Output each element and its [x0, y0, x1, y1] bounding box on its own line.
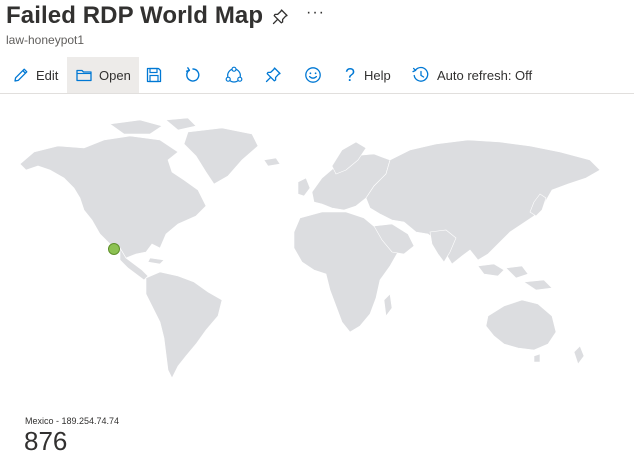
clock-icon	[411, 66, 431, 84]
share-icon	[224, 66, 244, 84]
page-header: Failed RDP World Map ··· law-honeypot1	[0, 0, 634, 56]
world-map[interactable]	[0, 94, 634, 414]
land-masses	[19, 117, 601, 379]
legend-value: 876	[24, 426, 68, 456]
refresh-button[interactable]	[184, 57, 202, 93]
refresh-icon	[184, 66, 202, 84]
folder-icon	[75, 66, 93, 84]
auto-refresh-button[interactable]: Auto refresh: Off	[411, 57, 532, 93]
resource-subtitle: law-honeypot1	[6, 33, 85, 47]
feedback-button[interactable]	[304, 57, 322, 93]
help-label: Help	[364, 67, 391, 83]
save-button[interactable]	[145, 57, 163, 93]
help-button[interactable]: ? Help	[345, 57, 391, 93]
pin-icon[interactable]	[270, 7, 290, 27]
map-markers	[108, 243, 120, 255]
edit-button[interactable]: Edit	[12, 57, 58, 93]
page-title: Failed RDP World Map	[6, 2, 264, 29]
more-icon[interactable]: ···	[306, 4, 325, 22]
pin-icon	[263, 65, 283, 85]
pencil-icon	[12, 66, 30, 84]
auto-refresh-label: Auto refresh: Off	[437, 67, 533, 83]
question-icon: ?	[345, 65, 356, 85]
edit-label: Edit	[36, 67, 59, 83]
pin-dashboard-button[interactable]	[263, 57, 283, 93]
open-label: Open	[99, 67, 131, 83]
legend-label: Mexico - 189.254.74.74	[25, 416, 120, 426]
smiley-icon	[304, 66, 322, 84]
map-marker[interactable]	[108, 243, 120, 255]
share-button[interactable]	[224, 57, 244, 93]
world-map-svg	[19, 117, 601, 379]
open-button[interactable]: Open	[67, 57, 139, 93]
save-icon	[145, 66, 163, 84]
toolbar: Edit Open ? Help Auto refresh: Off	[0, 57, 634, 94]
